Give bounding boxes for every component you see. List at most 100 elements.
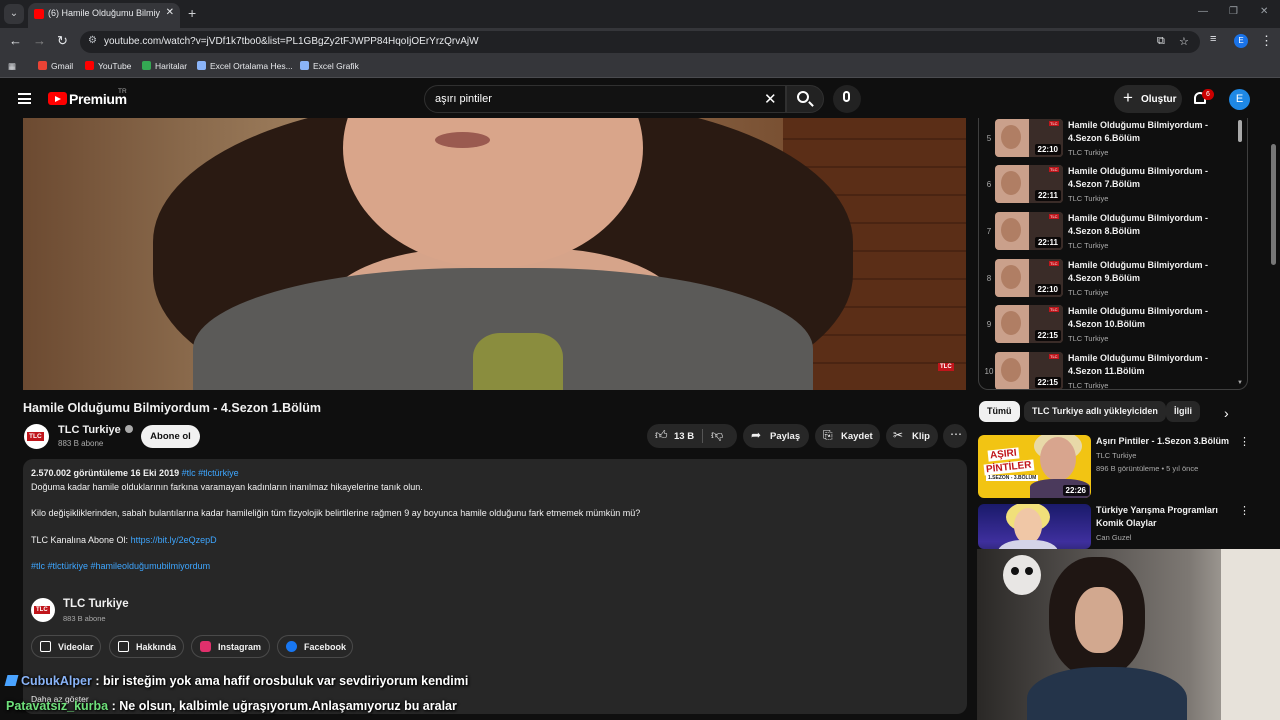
voice-search-button[interactable] (833, 85, 861, 113)
channel-name[interactable]: TLC Turkiye (58, 424, 133, 436)
playlist-item[interactable]: 5 TLC 22:10 Hamile Olduğumu Bilmiyordum -… (979, 118, 1241, 164)
description-subscribe-line: TLC Kanalına Abone Ol: https://bit.ly/2e… (31, 535, 217, 545)
search-button[interactable] (786, 85, 824, 113)
playlist-item[interactable]: 6 TLC 22:11 Hamile Olduğumu Bilmiyordum -… (979, 164, 1241, 210)
address-bar[interactable]: ⚙ youtube.com/watch?v=jVDf1k7tbo0&list=P… (80, 31, 1200, 53)
notification-count-badge: 6 (1202, 89, 1214, 100)
bookmark-gmail[interactable]: Gmail (38, 61, 73, 71)
chip-all[interactable]: Tümü (979, 401, 1020, 422)
description-line-2: Kilo değişikliklerinden, sabah bulantıla… (31, 508, 641, 518)
dislike-icon[interactable]: 👎︎ (711, 428, 723, 443)
install-app-icon[interactable]: ⧉ (1157, 35, 1165, 48)
like-count[interactable]: 13 B (674, 431, 694, 442)
instagram-button[interactable]: Instagram (191, 635, 270, 658)
recommended-title: Aşırı Pintiler - 1.Sezon 3.Bölüm (1096, 436, 1230, 446)
facebook-button[interactable]: Facebook (277, 635, 353, 658)
inline-hashtags[interactable]: #tlc #tlctürkiye (182, 468, 239, 478)
account-avatar[interactable]: E (1229, 89, 1250, 110)
chevron-right-icon[interactable]: › (1224, 405, 1229, 421)
video-icon (40, 641, 51, 652)
like-icon[interactable]: 👍︎ (655, 428, 668, 443)
recommended-meta: 896 B görüntüleme • 5 yıl önce (1096, 464, 1199, 473)
share-button[interactable]: ➦ Paylaş (743, 424, 809, 448)
page-icon (300, 61, 309, 70)
search-input[interactable] (435, 91, 755, 107)
subscribe-link[interactable]: https://bit.ly/2eQzepD (131, 535, 217, 545)
description-line-1: Doğuma kadar hamile olduklarının farkına… (31, 482, 423, 492)
video-player[interactable]: TLC (23, 118, 966, 390)
youtube-favicon-icon (34, 9, 44, 19)
window-close-icon[interactable]: ✕ (1260, 6, 1268, 17)
playlist-item[interactable]: 7 TLC 22:11 Hamile Olduğumu Bilmiyordum -… (979, 211, 1241, 257)
media-control-icon[interactable]: ≡ (1210, 33, 1216, 45)
chip-from-uploader[interactable]: TLC Turkiye adlı yükleyiciden (1024, 401, 1166, 422)
webcam-overlay (977, 549, 1280, 720)
playlist-item[interactable]: 10 TLC 22:15 Hamile Olduğumu Bilmiyordum … (979, 351, 1241, 389)
plus-icon: + (1123, 88, 1133, 107)
video-thumbnail: AŞIRI PİNTİLER 1.SEZON - 3.BÖLÜM 22:26 (978, 435, 1091, 498)
clip-button[interactable]: ✂ Klip (886, 424, 938, 448)
video-thumbnail: TLC 22:10 (995, 119, 1063, 157)
bookmark-maps[interactable]: Haritalar (142, 61, 187, 71)
bookmark-icon: ⎘ (823, 428, 833, 442)
description-hashtags[interactable]: #tlc #tlctürkiye #hamileolduğumubilmiyor… (31, 561, 210, 571)
more-vertical-icon[interactable]: ⋮ (1239, 435, 1250, 448)
clear-search-icon[interactable]: ✕ (764, 90, 777, 108)
scroll-down-arrow-icon[interactable]: ▼ (1237, 380, 1243, 386)
bookmark-excel-average[interactable]: Excel Ortalama Hes... (197, 61, 293, 71)
recommended-title: Türkiye Yarışma Programları Komik Olayla… (1096, 505, 1218, 528)
playlist-scrollbar[interactable] (1238, 120, 1242, 142)
video-thumbnail: TLC 22:15 (995, 352, 1063, 389)
reload-icon[interactable]: ↻ (57, 33, 68, 49)
minimize-icon[interactable]: — (1198, 6, 1208, 17)
chat-username: Patavatsiz_kurba (6, 699, 109, 713)
chip-related[interactable]: İlgili (1166, 401, 1200, 422)
gmail-icon (38, 61, 47, 70)
tlc-watermark: TLC (938, 363, 954, 371)
like-dislike-group: 👍︎ 13 B 👎︎ (647, 424, 737, 448)
bookmark-star-icon[interactable]: ☆ (1179, 35, 1189, 48)
browser-toolbar: ← → ↻ ⚙ youtube.com/watch?v=jVDf1k7tbo0&… (0, 28, 1280, 56)
bookmarks-bar: ▦ Gmail YouTube Haritalar Excel Ortalama… (0, 56, 1280, 78)
more-vertical-icon[interactable]: ⋮ (1239, 504, 1250, 517)
create-button[interactable]: + Oluştur (1114, 85, 1182, 113)
videos-button[interactable]: Videolar (31, 635, 101, 658)
youtube-icon (85, 61, 94, 70)
apps-grid-icon[interactable]: ▦ (8, 61, 16, 72)
description-channel-name[interactable]: TLC Turkiye (63, 598, 129, 610)
description-stats: 2.570.002 görüntüleme 16 Eki 2019 #tlc #… (31, 468, 239, 478)
search-box[interactable] (424, 85, 786, 113)
instagram-icon (200, 641, 211, 652)
playlist-item[interactable]: 8 TLC 22:10 Hamile Olduğumu Bilmiyordum -… (979, 258, 1241, 304)
subscribe-button[interactable]: Abone ol (141, 425, 200, 448)
more-horizontal-icon: ⋯ (950, 427, 962, 441)
description-channel-avatar[interactable]: TLC (31, 598, 55, 622)
bookmark-excel-chart[interactable]: Excel Grafik (300, 61, 359, 71)
tab-close-icon[interactable]: ✕ (166, 7, 174, 18)
back-icon[interactable]: ← (9, 33, 22, 48)
site-info-icon[interactable]: ⚙ (88, 35, 97, 46)
bookmark-youtube[interactable]: YouTube (85, 61, 131, 71)
chat-badge-icon (4, 675, 19, 686)
verified-icon (124, 425, 133, 433)
more-actions-button[interactable]: ⋯ (943, 424, 967, 448)
video-thumbnail: TLC 22:10 (995, 259, 1063, 297)
recommended-channel: TLC Turkiye (1096, 451, 1137, 460)
playlist-item[interactable]: 9 TLC 22:15 Hamile Olduğumu Bilmiyordum -… (979, 304, 1241, 350)
maximize-icon[interactable]: ❐ (1229, 6, 1238, 17)
youtube-logo-icon[interactable] (48, 92, 67, 105)
microphone-icon (843, 91, 850, 102)
page-scrollbar[interactable] (1271, 144, 1276, 265)
about-button[interactable]: Hakkında (109, 635, 184, 658)
description-subscriber-count: 883 B abone (63, 614, 106, 623)
browser-tab-active[interactable]: (6) Hamile Olduğumu Bilmiyordum ✕ (28, 3, 180, 28)
browser-menu-icon[interactable]: ⋮ (1260, 33, 1273, 49)
video-thumbnail: TLC 22:11 (995, 212, 1063, 250)
tab-search-icon[interactable]: ⌄ (4, 4, 24, 24)
browser-profile-avatar[interactable]: E (1234, 34, 1248, 48)
channel-avatar[interactable]: TLC (24, 424, 49, 449)
forward-icon[interactable]: → (33, 33, 46, 48)
hamburger-menu-icon[interactable] (18, 93, 31, 104)
save-button[interactable]: ⎘ Kaydet (815, 424, 880, 448)
new-tab-icon[interactable]: + (188, 5, 196, 21)
